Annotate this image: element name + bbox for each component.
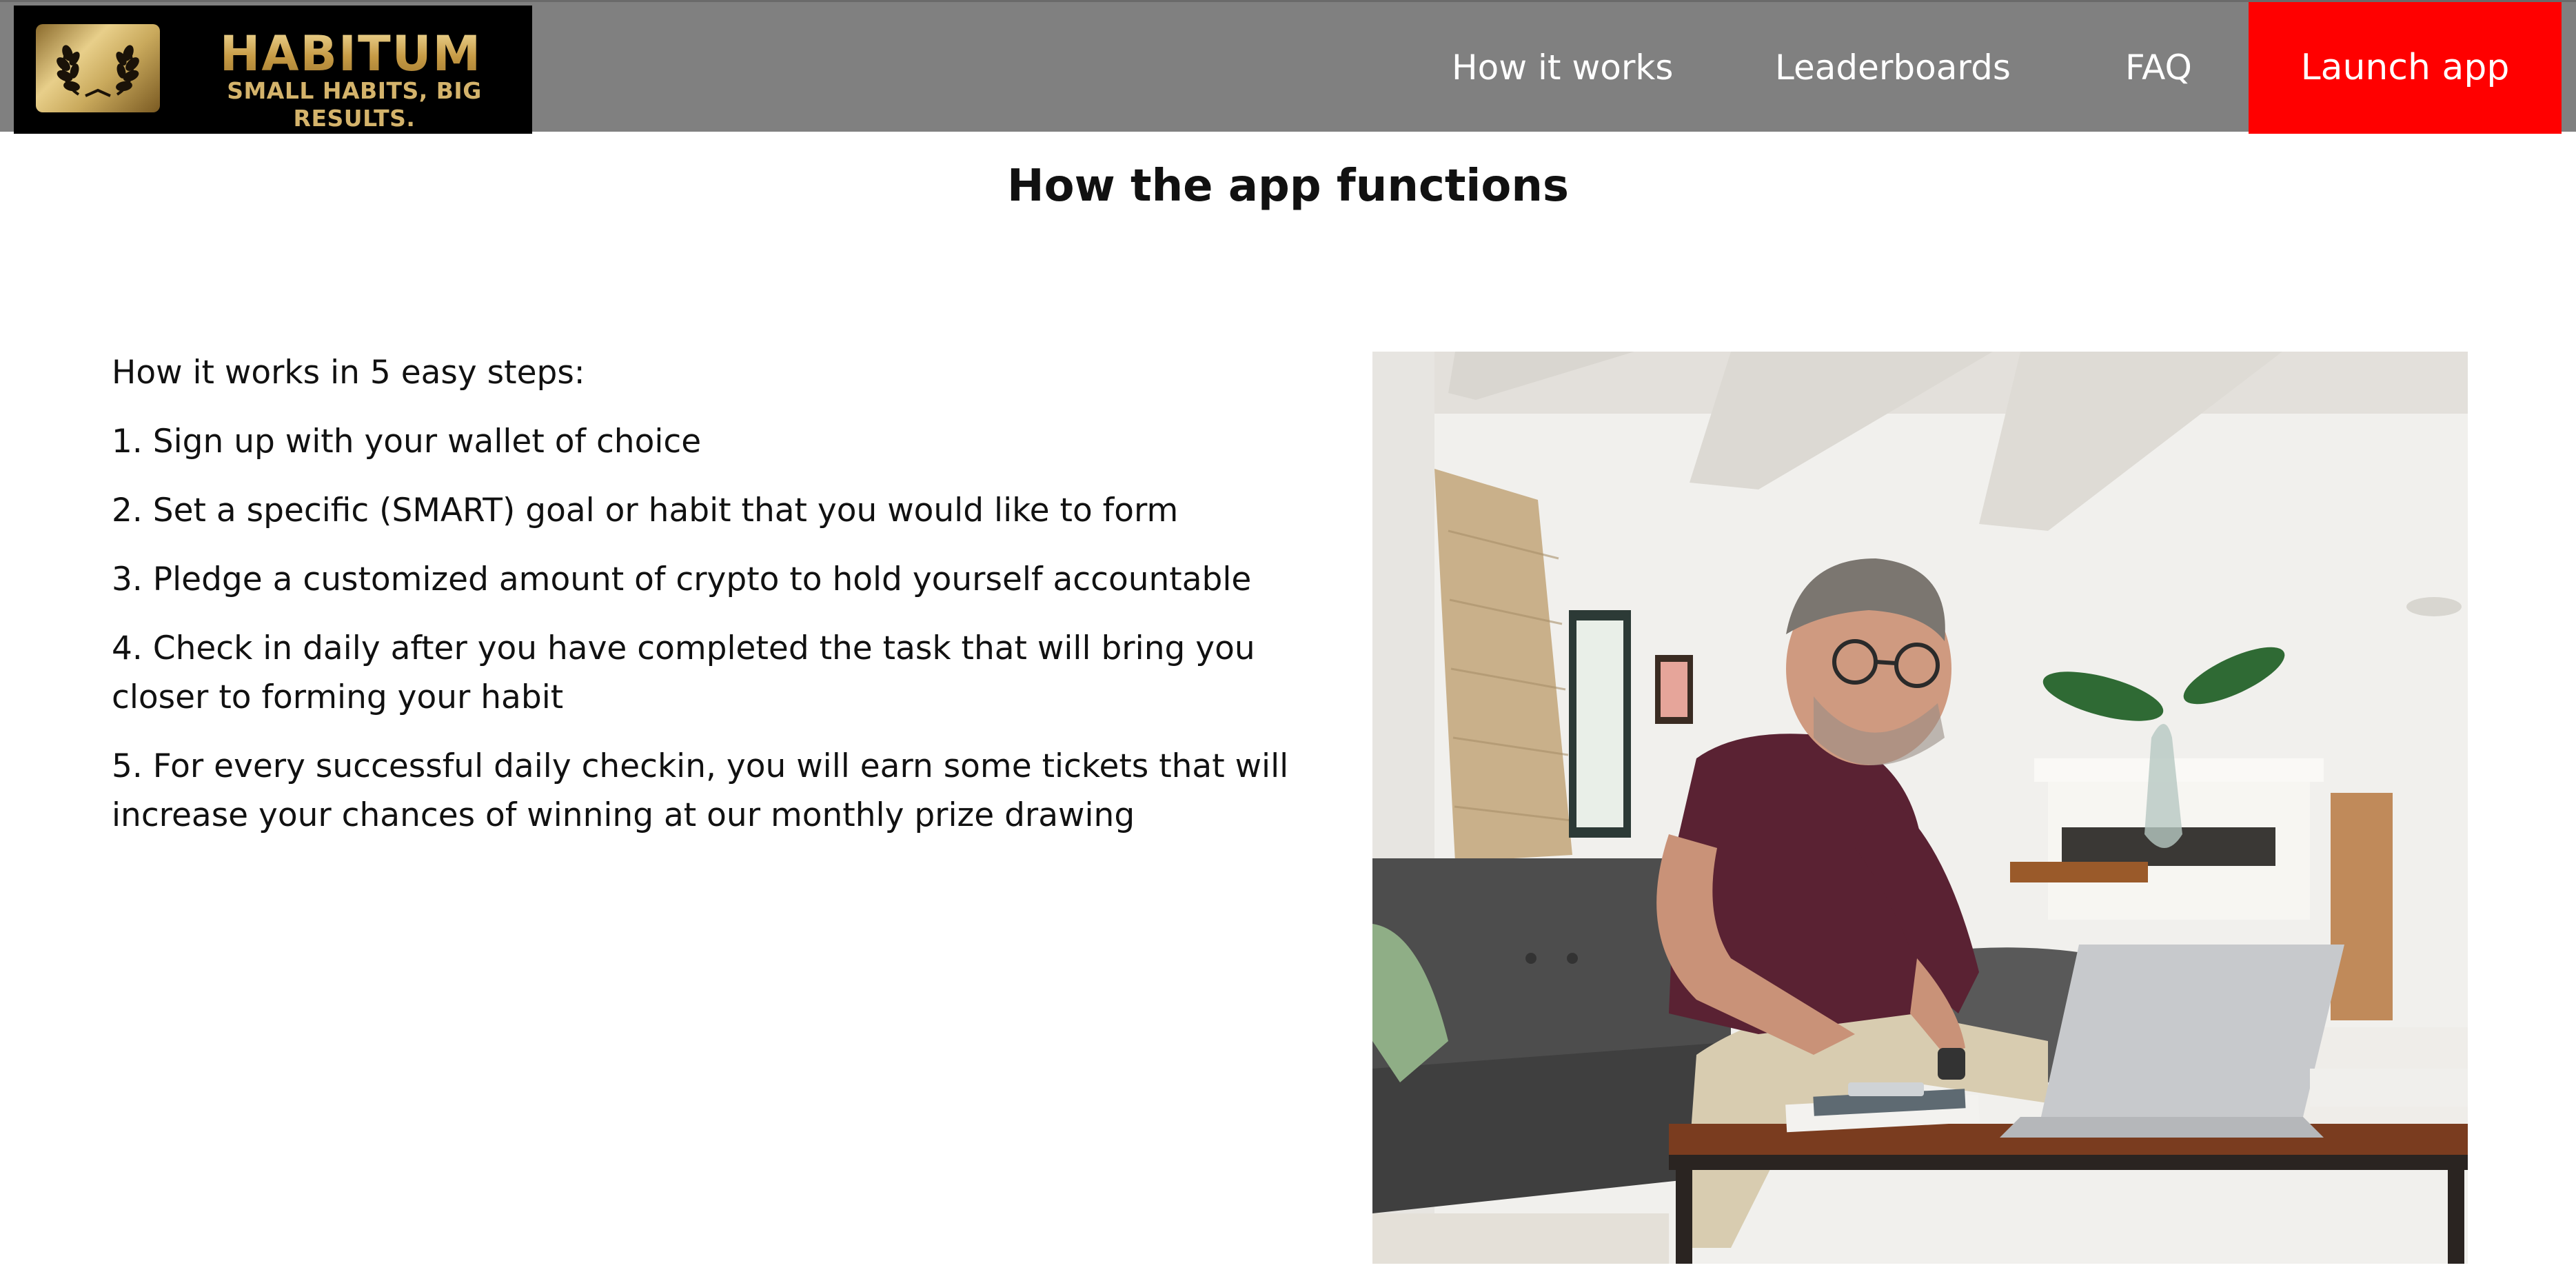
step-item: 5. For every successful daily checkin, y…: [112, 747, 1289, 834]
brand-tagline: SMALL HABITS, BIG RESULTS.: [227, 77, 482, 132]
top-navigation-bar: HABITUM SMALL HABITS, BIG RESULTS. How i…: [0, 0, 2576, 134]
brand-logo[interactable]: HABITUM SMALL HABITS, BIG RESULTS.: [14, 6, 532, 134]
step-item: 2. Set a specific (SMART) goal or habit …: [112, 492, 1179, 529]
page-title: How the app functions: [1007, 161, 1569, 212]
brand-name: HABITUM: [192, 26, 510, 81]
nav-link-faq[interactable]: FAQ: [2125, 2, 2192, 134]
laurel-wreath-icon: [36, 24, 160, 112]
steps-list: How it works in 5 easy steps: 1. Sign up…: [112, 348, 1297, 860]
nav-link-leaderboards[interactable]: Leaderboards: [1775, 2, 2011, 134]
steps-intro: How it works in 5 easy steps:: [112, 354, 585, 392]
step-item: 4. Check in daily after you have complet…: [112, 629, 1255, 716]
man-laptop-photo: [1372, 352, 2468, 1264]
nav-link-how-it-works[interactable]: How it works: [1452, 2, 1673, 134]
launch-app-button[interactable]: Launch app: [2249, 2, 2562, 134]
step-item: 1. Sign up with your wallet of choice: [112, 423, 702, 461]
step-item: 3. Pledge a customized amount of crypto …: [112, 561, 1252, 598]
